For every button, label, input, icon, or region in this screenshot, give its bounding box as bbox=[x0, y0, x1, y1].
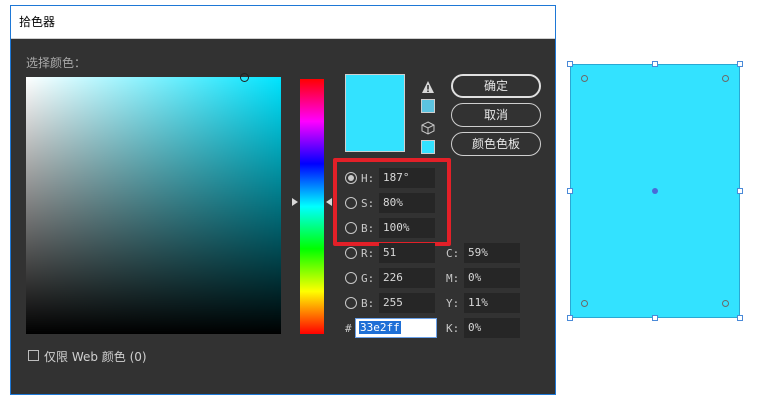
web-colors-only-checkbox[interactable] bbox=[28, 350, 39, 361]
out-of-gamut-swatch[interactable] bbox=[421, 99, 435, 113]
g-label: G: bbox=[361, 272, 375, 285]
hue-slider-right-arrow[interactable] bbox=[326, 198, 332, 206]
cube-icon[interactable] bbox=[421, 121, 435, 135]
hex-field[interactable]: 33e2ff bbox=[355, 318, 437, 338]
hex-value: 33e2ff bbox=[359, 321, 401, 334]
saturation-brightness-field[interactable] bbox=[26, 73, 281, 334]
k-field[interactable]: 0% bbox=[464, 318, 520, 338]
web-safe-swatch[interactable] bbox=[421, 140, 435, 154]
radio-r[interactable] bbox=[345, 247, 357, 259]
y-field[interactable]: 11% bbox=[464, 293, 520, 313]
blue-field[interactable]: 255 bbox=[379, 293, 435, 313]
color-swatches-button[interactable]: 颜色色板 bbox=[451, 132, 541, 156]
corner-widget-top-left[interactable] bbox=[581, 75, 588, 82]
handle-top-left[interactable] bbox=[567, 61, 573, 67]
ok-button[interactable]: 确定 bbox=[451, 74, 541, 98]
web-colors-only-label: 仅限 Web 颜色 (0) bbox=[44, 350, 147, 364]
handle-top-center[interactable] bbox=[652, 61, 658, 67]
radio-blue[interactable] bbox=[345, 297, 357, 309]
hex-label: # bbox=[345, 322, 352, 335]
hue-slider-left-arrow[interactable] bbox=[292, 198, 298, 206]
corner-widget-top-right[interactable] bbox=[722, 75, 729, 82]
color-field-cursor[interactable] bbox=[240, 73, 249, 82]
handle-bottom-left[interactable] bbox=[567, 315, 573, 321]
cancel-button[interactable]: 取消 bbox=[451, 103, 541, 127]
m-field[interactable]: 0% bbox=[464, 268, 520, 288]
handle-bottom-right[interactable] bbox=[737, 315, 743, 321]
corner-widget-bottom-left[interactable] bbox=[581, 300, 588, 307]
color-picker-dialog: 拾色器 选择颜色： 确定 取消 颜色色板 H: 187° S: 80% B: 1… bbox=[10, 5, 556, 395]
select-color-label: 选择颜色： bbox=[26, 56, 87, 70]
handle-bottom-center[interactable] bbox=[652, 315, 658, 321]
radio-g[interactable] bbox=[345, 272, 357, 284]
y-label: Y: bbox=[446, 297, 460, 310]
r-label: R: bbox=[361, 247, 375, 260]
blue-label: B: bbox=[361, 297, 375, 310]
center-point bbox=[652, 188, 658, 194]
corner-widget-bottom-right[interactable] bbox=[722, 300, 729, 307]
c-field[interactable]: 59% bbox=[464, 243, 520, 263]
hsb-highlight-box bbox=[333, 158, 451, 246]
handle-top-right[interactable] bbox=[737, 61, 743, 67]
hue-slider[interactable] bbox=[300, 79, 324, 334]
k-label: K: bbox=[446, 322, 460, 335]
handle-middle-left[interactable] bbox=[567, 188, 573, 194]
warning-icon[interactable] bbox=[421, 80, 435, 94]
g-field[interactable]: 226 bbox=[379, 268, 435, 288]
handle-middle-right[interactable] bbox=[737, 188, 743, 194]
r-field[interactable]: 51 bbox=[379, 243, 435, 263]
dialog-title: 拾色器 bbox=[11, 6, 555, 39]
c-label: C: bbox=[446, 247, 460, 260]
color-preview bbox=[345, 74, 405, 152]
m-label: M: bbox=[446, 272, 460, 285]
